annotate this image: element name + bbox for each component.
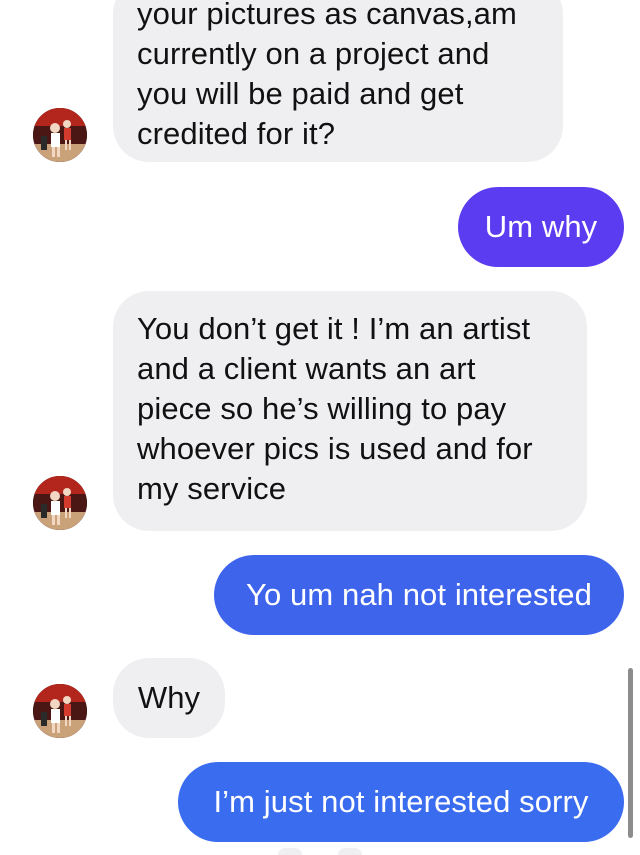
incoming-message[interactable]: You don’t get it ! I’m an artist and a c…	[113, 291, 587, 531]
chat-thread[interactable]: your pictures as canvas,am currently on …	[0, 0, 640, 855]
incoming-message[interactable]: Why	[113, 658, 225, 738]
incoming-message[interactable]: your pictures as canvas,am currently on …	[113, 0, 563, 162]
next-message-hint	[338, 848, 362, 855]
contact-avatar[interactable]	[33, 684, 87, 738]
outgoing-message[interactable]: I’m just not interested sorry	[178, 762, 624, 842]
contact-avatar[interactable]	[33, 108, 87, 162]
scrollbar[interactable]	[628, 668, 633, 838]
outgoing-message[interactable]: Um why	[458, 187, 624, 267]
contact-avatar[interactable]	[33, 476, 87, 530]
avatar-photo-icon	[33, 476, 87, 530]
outgoing-message[interactable]: Yo um nah not interested	[214, 555, 624, 635]
next-message-hint	[278, 848, 302, 855]
avatar-photo-icon	[33, 684, 87, 738]
avatar-photo-icon	[33, 108, 87, 162]
